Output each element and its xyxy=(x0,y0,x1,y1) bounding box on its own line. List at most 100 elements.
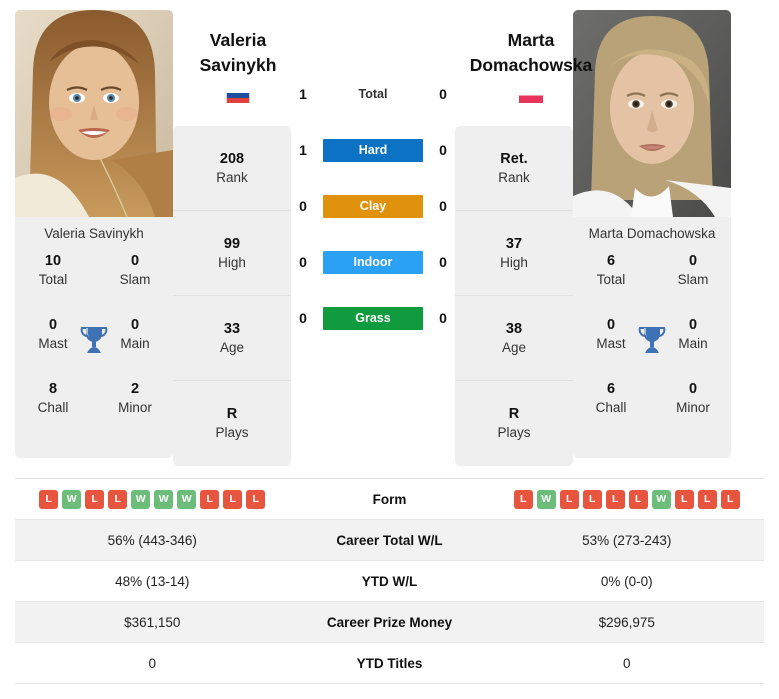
left-player-card[interactable]: Valeria Savinykh 10 Total 0 Slam 0 Mast … xyxy=(15,10,173,459)
title-stat-label: Chall xyxy=(595,399,627,415)
left-value: 56% (443-346) xyxy=(107,532,197,548)
comparison-stats-table: LWLLWWWLLL Form LWLLLLWLLL 56% (443-346)… xyxy=(15,478,764,684)
table-row-form: LWLLWWWLLL Form LWLLLLWLLL xyxy=(15,479,764,520)
title-stat-value: 8 xyxy=(48,381,58,398)
form-badge-win: W xyxy=(131,489,151,509)
title-stat-minor: 2 Minor xyxy=(107,380,163,416)
surface-badge-hard[interactable]: Hard xyxy=(323,138,423,162)
stat-value: Ret. xyxy=(500,150,528,167)
right-value: 0% (0-0) xyxy=(600,573,653,589)
russia-flag-icon xyxy=(222,87,254,103)
right-player-header[interactable]: Marta Domachowska xyxy=(466,28,596,103)
title-stat-label: Minor xyxy=(676,399,710,415)
stat-label: High xyxy=(500,254,528,270)
left-player-stats: 208 Rank 99 High 33 Age R Plays xyxy=(173,126,291,466)
table-row: 6 Chall 0 Minor xyxy=(583,380,721,444)
form-badge-win: W xyxy=(177,489,197,509)
left-score: 1 xyxy=(299,142,307,158)
title-stat-value: 6 xyxy=(606,381,616,398)
title-stat-label: Slam xyxy=(677,271,709,287)
title-stat-value: 0 xyxy=(130,317,140,334)
left-score: 0 xyxy=(299,254,307,270)
row-label: YTD W/L xyxy=(361,573,418,589)
title-stat-value: 2 xyxy=(130,381,140,398)
right-score: 0 xyxy=(439,198,447,214)
title-stat-total: 10 Total xyxy=(25,252,81,288)
title-stat-main: 0 Main xyxy=(107,316,163,352)
form-badge-win: W xyxy=(154,489,174,509)
title-stat-label: Minor xyxy=(118,399,152,415)
title-stat-value: 0 xyxy=(688,317,698,334)
left-score: 0 xyxy=(299,198,307,214)
right-player-card[interactable]: Marta Domachowska 6 Total 0 Slam 0 Mast … xyxy=(573,10,731,459)
table-row: 6 Total 0 Slam xyxy=(583,252,721,316)
right-score: 0 xyxy=(439,86,447,102)
right-score: 0 xyxy=(439,310,447,326)
form-badge-loss: L xyxy=(223,489,243,509)
table-row: 10 Total 0 Slam xyxy=(25,252,163,316)
title-stat-minor: 0 Minor xyxy=(665,380,721,416)
title-stat-label: Chall xyxy=(37,399,69,415)
stat-label: Rank xyxy=(498,169,530,185)
left-value: $361,150 xyxy=(124,614,181,630)
right-value: $296,975 xyxy=(598,614,655,630)
table-row: 8 Chall 2 Minor xyxy=(25,380,163,444)
surface-badge-clay[interactable]: Clay xyxy=(323,194,423,218)
table-row-career-prize-money: $361,150 Career Prize Money $296,975 xyxy=(15,602,764,643)
title-stat-label: Slam xyxy=(119,271,151,287)
right-form-badges: LWLLLLWLLL xyxy=(490,489,765,509)
form-badge-loss: L xyxy=(513,489,533,509)
right-player-photo xyxy=(573,10,731,217)
form-badge-loss: L xyxy=(628,489,648,509)
right-player-name-caption: Marta Domachowska xyxy=(588,226,716,241)
surface-badge-grass[interactable]: Grass xyxy=(323,306,423,330)
left-player-first-name: Valeria xyxy=(209,30,267,50)
row-label: Form xyxy=(372,491,407,507)
trophy-icon xyxy=(80,325,108,355)
stat-age: 38 Age xyxy=(455,296,573,381)
stat-value: 33 xyxy=(223,320,241,337)
title-stat-value: 6 xyxy=(606,253,616,270)
stat-age: 33 Age xyxy=(173,296,291,381)
left-player-last-name: Savinykh xyxy=(199,54,277,75)
right-player-stats: Ret. Rank 37 High 38 Age R Plays xyxy=(455,126,573,466)
title-stat-mast: 0 Mast xyxy=(583,316,639,352)
stat-label: High xyxy=(218,254,246,270)
stat-value: 38 xyxy=(505,320,523,337)
form-badge-loss: L xyxy=(85,489,105,509)
form-badge-win: W xyxy=(536,489,556,509)
row-label: Career Total W/L xyxy=(336,532,443,548)
stat-rank: Ret. Rank xyxy=(455,126,573,211)
title-stat-slam: 0 Slam xyxy=(665,252,721,288)
table-row-ytd-wl: 48% (13-14) YTD W/L 0% (0-0) xyxy=(15,561,764,602)
left-score: 0 xyxy=(299,310,307,326)
head-to-head-comparison: Valeria Savinykh 10 Total 0 Slam 0 Mast … xyxy=(0,0,779,472)
stat-value: 37 xyxy=(505,235,523,252)
left-player-header[interactable]: Valeria Savinykh xyxy=(173,28,303,103)
poland-flag-icon xyxy=(515,87,547,103)
title-stat-chall: 6 Chall xyxy=(583,380,639,416)
form-badge-loss: L xyxy=(108,489,128,509)
title-stat-main: 0 Main xyxy=(665,316,721,352)
stat-high: 37 High xyxy=(455,211,573,296)
title-stat-value: 0 xyxy=(688,381,698,398)
title-stat-mast: 0 Mast xyxy=(25,316,81,352)
form-badge-loss: L xyxy=(605,489,625,509)
right-score: 0 xyxy=(439,254,447,270)
title-stat-label: Total xyxy=(38,271,68,287)
stat-high: 99 High xyxy=(173,211,291,296)
form-badge-loss: L xyxy=(559,489,579,509)
surface-badge-indoor[interactable]: Indoor xyxy=(323,250,423,274)
form-badge-loss: L xyxy=(697,489,717,509)
stat-label: Rank xyxy=(216,169,248,185)
stat-value: R xyxy=(226,406,238,423)
title-stat-value: 10 xyxy=(44,253,62,270)
title-stat-label: Total xyxy=(596,271,626,287)
form-badge-loss: L xyxy=(246,489,266,509)
left-value: 0 xyxy=(148,655,156,671)
right-player-last-name: Domachowska xyxy=(469,54,593,75)
title-stat-label: Main xyxy=(120,335,150,351)
form-badge-loss: L xyxy=(720,489,740,509)
trophy-icon xyxy=(638,325,666,355)
right-value: 0 xyxy=(622,655,631,671)
